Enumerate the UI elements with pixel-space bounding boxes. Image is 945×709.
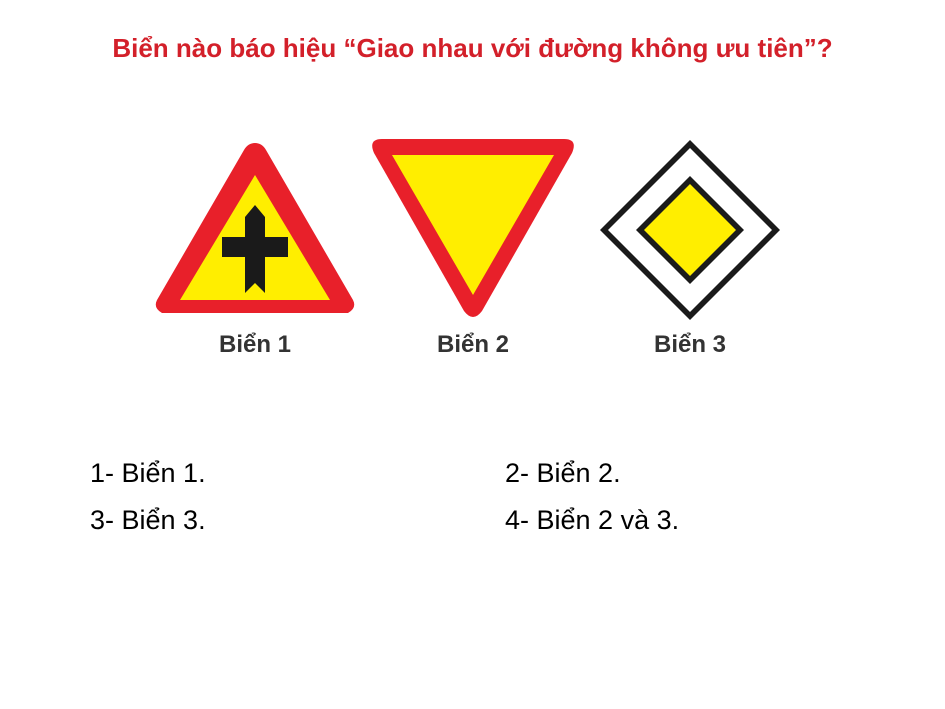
priority-road-junction-warning-triangle-icon xyxy=(155,143,355,313)
answer-option-1[interactable]: 1- Biển 1. xyxy=(90,455,206,491)
sign-2-label: Biển 2 xyxy=(436,331,510,358)
answer-option-3[interactable]: 3- Biển 3. xyxy=(90,502,206,538)
give-way-inverted-triangle-icon xyxy=(372,139,574,317)
sign-1-label: Biển 1 xyxy=(218,331,292,358)
sign-2 xyxy=(368,135,578,325)
answer-option-2[interactable]: 2- Biển 2. xyxy=(505,455,621,491)
priority-road-diamond-icon xyxy=(600,140,780,320)
sign-3-label: Biển 3 xyxy=(653,331,727,358)
sign-1 xyxy=(150,135,360,325)
sign-3 xyxy=(598,138,782,322)
answer-option-4[interactable]: 4- Biển 2 và 3. xyxy=(505,502,679,538)
question-title: Biển nào báo hiệu “Giao nhau với đường k… xyxy=(112,33,833,63)
